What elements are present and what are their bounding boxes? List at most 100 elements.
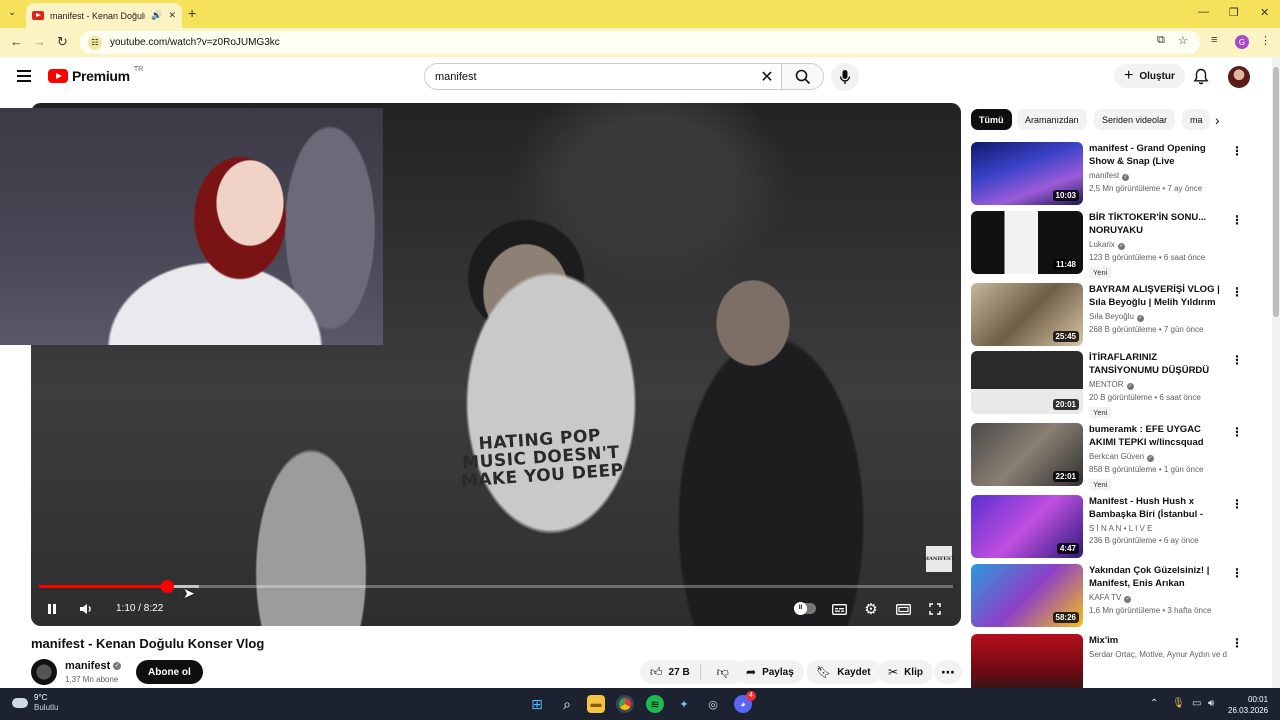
more-vertical-icon[interactable]: ⋮ xyxy=(1231,497,1243,511)
chrome-icon[interactable] xyxy=(616,695,634,713)
video-thumbnail[interactable]: 20:01 xyxy=(971,351,1083,414)
voice-search-button[interactable] xyxy=(831,63,859,91)
share-button[interactable]: ➦ Paylaş xyxy=(736,660,804,684)
fullscreen-button[interactable] xyxy=(924,598,946,620)
app-icon[interactable]: ✦ xyxy=(675,695,693,713)
chevron-up-icon[interactable]: ⌃ xyxy=(1150,698,1158,709)
url-text[interactable]: youtube.com/watch?v=z0RoJUMG3kc xyxy=(110,37,280,48)
recommendation-item[interactable]: 22:01 bumeramk : EFE UYGAC AKIMI TEPKI w/… xyxy=(971,423,1243,490)
more-vertical-icon[interactable]: ⋮ xyxy=(1231,285,1243,299)
video-thumbnail[interactable]: 25:45 xyxy=(971,283,1083,346)
more-vertical-icon[interactable]: ⋮ xyxy=(1231,566,1243,580)
recommendation-channel[interactable]: Sıla Beyoğlu ✓ xyxy=(1089,312,1227,322)
minimize-icon[interactable]: — xyxy=(1198,6,1209,18)
scroll-thumb[interactable] xyxy=(1273,67,1279,317)
close-window-icon[interactable]: ✕ xyxy=(1260,6,1269,19)
browser-menu-icon[interactable]: ⋮ xyxy=(1260,34,1271,47)
back-icon[interactable]: ← xyxy=(10,34,23,49)
speaker-icon[interactable]: 🔊︎ xyxy=(1208,698,1214,709)
clear-search-icon[interactable]: ✕ xyxy=(753,67,781,87)
browser-tab[interactable]: manifest - Kenan Doğulu K 🔊 ✕ xyxy=(26,3,182,28)
create-button[interactable]: + Oluştur xyxy=(1114,64,1185,88)
search-input[interactable] xyxy=(425,70,753,83)
recommendation-item[interactable]: 4:47 Manifest - Hush Hush x Bambaşka Biri… xyxy=(971,495,1243,559)
save-button[interactable]: 🔖︎ Kaydet xyxy=(806,660,881,684)
recommendation-title[interactable]: BAYRAM ALIŞVERİŞİ VLOG | Sıla Beyoğlu | … xyxy=(1089,283,1227,309)
url-field[interactable]: ☷ youtube.com/watch?v=z0RoJUMG3kc xyxy=(80,31,1200,54)
search-button[interactable] xyxy=(781,64,823,89)
recommendation-item[interactable]: 11:48 BİR TİKTOKER'İN SONU... NORUYAKU Luk… xyxy=(971,211,1243,278)
start-windows-icon[interactable]: ⊞ xyxy=(528,695,546,713)
channel-avatar[interactable] xyxy=(31,659,57,685)
notifications-bell-icon[interactable] xyxy=(1193,68,1209,90)
like-button[interactable]: 👍︎ 27 B xyxy=(640,664,701,680)
subscribe-button[interactable]: Abone ol xyxy=(136,660,203,684)
forward-icon[interactable]: → xyxy=(33,34,46,49)
account-avatar[interactable] xyxy=(1228,66,1250,88)
subtitles-button[interactable] xyxy=(828,598,850,620)
audio-playing-icon[interactable]: 🔊 xyxy=(151,10,162,21)
recommendation-channel[interactable]: MENTOR ✓ xyxy=(1089,380,1227,390)
clip-button[interactable]: ✂ Klip xyxy=(878,660,933,684)
recommendation-item[interactable]: 58:26 Yakından Çok Güzelsiniz! | Manifest… xyxy=(971,564,1243,628)
recommendation-channel[interactable]: Serdar Ortaç, Motive, Aynur Aydın ve dah… xyxy=(1089,650,1227,659)
recommendation-title[interactable]: İTİRAFLARINIZ TANSİYONUMU DÜŞÜRDÜ xyxy=(1089,351,1227,377)
video-thumbnail[interactable]: 11:48 xyxy=(971,211,1083,274)
more-vertical-icon[interactable]: ⋮ xyxy=(1231,636,1243,650)
video-thumbnail[interactable]: 4:47 xyxy=(971,495,1083,558)
pause-button[interactable] xyxy=(41,598,63,620)
monitor-icon[interactable]: ▭ xyxy=(1192,698,1201,709)
scrubber-handle[interactable] xyxy=(160,580,174,593)
channel-watermark[interactable]: MANIFEST xyxy=(924,546,955,572)
system-clock[interactable]: 00:01 26.03.2026 xyxy=(1228,694,1268,716)
chip-more[interactable]: ma xyxy=(1182,109,1210,130)
video-thumbnail[interactable]: 22:01 xyxy=(971,423,1083,486)
recommendation-channel[interactable]: Lukarix ✓ xyxy=(1089,240,1227,250)
progress-bar[interactable] xyxy=(39,580,953,593)
weather-widget[interactable]: 9°C Bulutlu xyxy=(12,693,58,713)
theater-mode-button[interactable] xyxy=(892,598,914,620)
dislike-button[interactable]: 👎︎ xyxy=(707,665,739,680)
more-vertical-icon[interactable]: ⋮ xyxy=(1231,213,1243,227)
channel-name[interactable]: manifest ✓ xyxy=(65,660,122,672)
chevron-right-icon[interactable]: › xyxy=(1215,112,1220,128)
recommendation-channel[interactable]: S İ N A N • L I V E xyxy=(1089,524,1227,533)
tab-search-icon[interactable]: ⌄ xyxy=(8,7,16,18)
recommendation-title[interactable]: Manifest - Hush Hush x Bambaşka Biri (İs… xyxy=(1089,495,1227,521)
settings-button[interactable]: ⚙ HD xyxy=(860,598,882,620)
page-scrollbar[interactable] xyxy=(1272,57,1280,688)
taskbar-search-icon[interactable]: ⌕ xyxy=(558,695,576,713)
install-app-icon[interactable]: ⧉ xyxy=(1157,34,1165,47)
more-actions-button[interactable]: ⋯ xyxy=(934,660,962,684)
recommendation-title[interactable]: BİR TİKTOKER'İN SONU... NORUYAKU xyxy=(1089,211,1227,237)
recommendation-title[interactable]: bumeramk : EFE UYGAC AKIMI TEPKI w/lincs… xyxy=(1089,423,1227,449)
media-control-icon[interactable]: ≡ xyxy=(1211,34,1217,46)
video-thumbnail[interactable]: 10:03 xyxy=(971,142,1083,205)
tab-close-icon[interactable]: ✕ xyxy=(168,10,176,21)
more-vertical-icon[interactable]: ⋮ xyxy=(1231,144,1243,158)
video-thumbnail[interactable]: 58:26 xyxy=(971,564,1083,627)
more-vertical-icon[interactable]: ⋮ xyxy=(1231,353,1243,367)
chip-all[interactable]: Tümü xyxy=(971,109,1012,130)
browser-profile-avatar[interactable]: G xyxy=(1235,35,1249,49)
microphone-tray-icon[interactable]: 🎙︎ xyxy=(1172,698,1185,709)
recommendation-title[interactable]: manifest - Grand Opening Show & Snap (Li… xyxy=(1089,142,1227,168)
new-tab-icon[interactable]: + xyxy=(188,5,196,21)
file-explorer-icon[interactable]: ▬ xyxy=(587,695,605,713)
discord-icon[interactable]: ◕ 4 xyxy=(734,691,756,713)
more-vertical-icon[interactable]: ⋮ xyxy=(1231,425,1243,439)
chip-from-search[interactable]: Aramanızdan xyxy=(1017,109,1087,130)
autoplay-toggle[interactable] xyxy=(794,602,816,615)
spotify-icon[interactable]: ≋ xyxy=(646,695,664,713)
menu-icon[interactable] xyxy=(17,70,31,82)
recommendation-title[interactable]: Yakından Çok Güzelsiniz! | Manifest, Eni… xyxy=(1089,564,1227,590)
bookmark-star-icon[interactable]: ☆ xyxy=(1178,34,1188,47)
recommendation-channel[interactable]: manifest ✓ xyxy=(1089,171,1227,181)
recommendation-item[interactable]: 10:03 manifest - Grand Opening Show & Sna… xyxy=(971,142,1243,206)
chip-series[interactable]: Seriden videolar xyxy=(1094,109,1176,130)
youtube-premium-logo[interactable]: Premium TR xyxy=(48,66,143,84)
recommendation-item[interactable]: 20:01 İTİRAFLARINIZ TANSİYONUMU DÜŞÜRDÜ ME… xyxy=(971,351,1243,418)
obs-icon[interactable]: ◎ xyxy=(704,695,722,713)
recommendation-item[interactable]: 25:45 BAYRAM ALIŞVERİŞİ VLOG | Sıla Beyoğ… xyxy=(971,283,1243,347)
recommendation-channel[interactable]: KAFA TV ✓ xyxy=(1089,593,1227,603)
